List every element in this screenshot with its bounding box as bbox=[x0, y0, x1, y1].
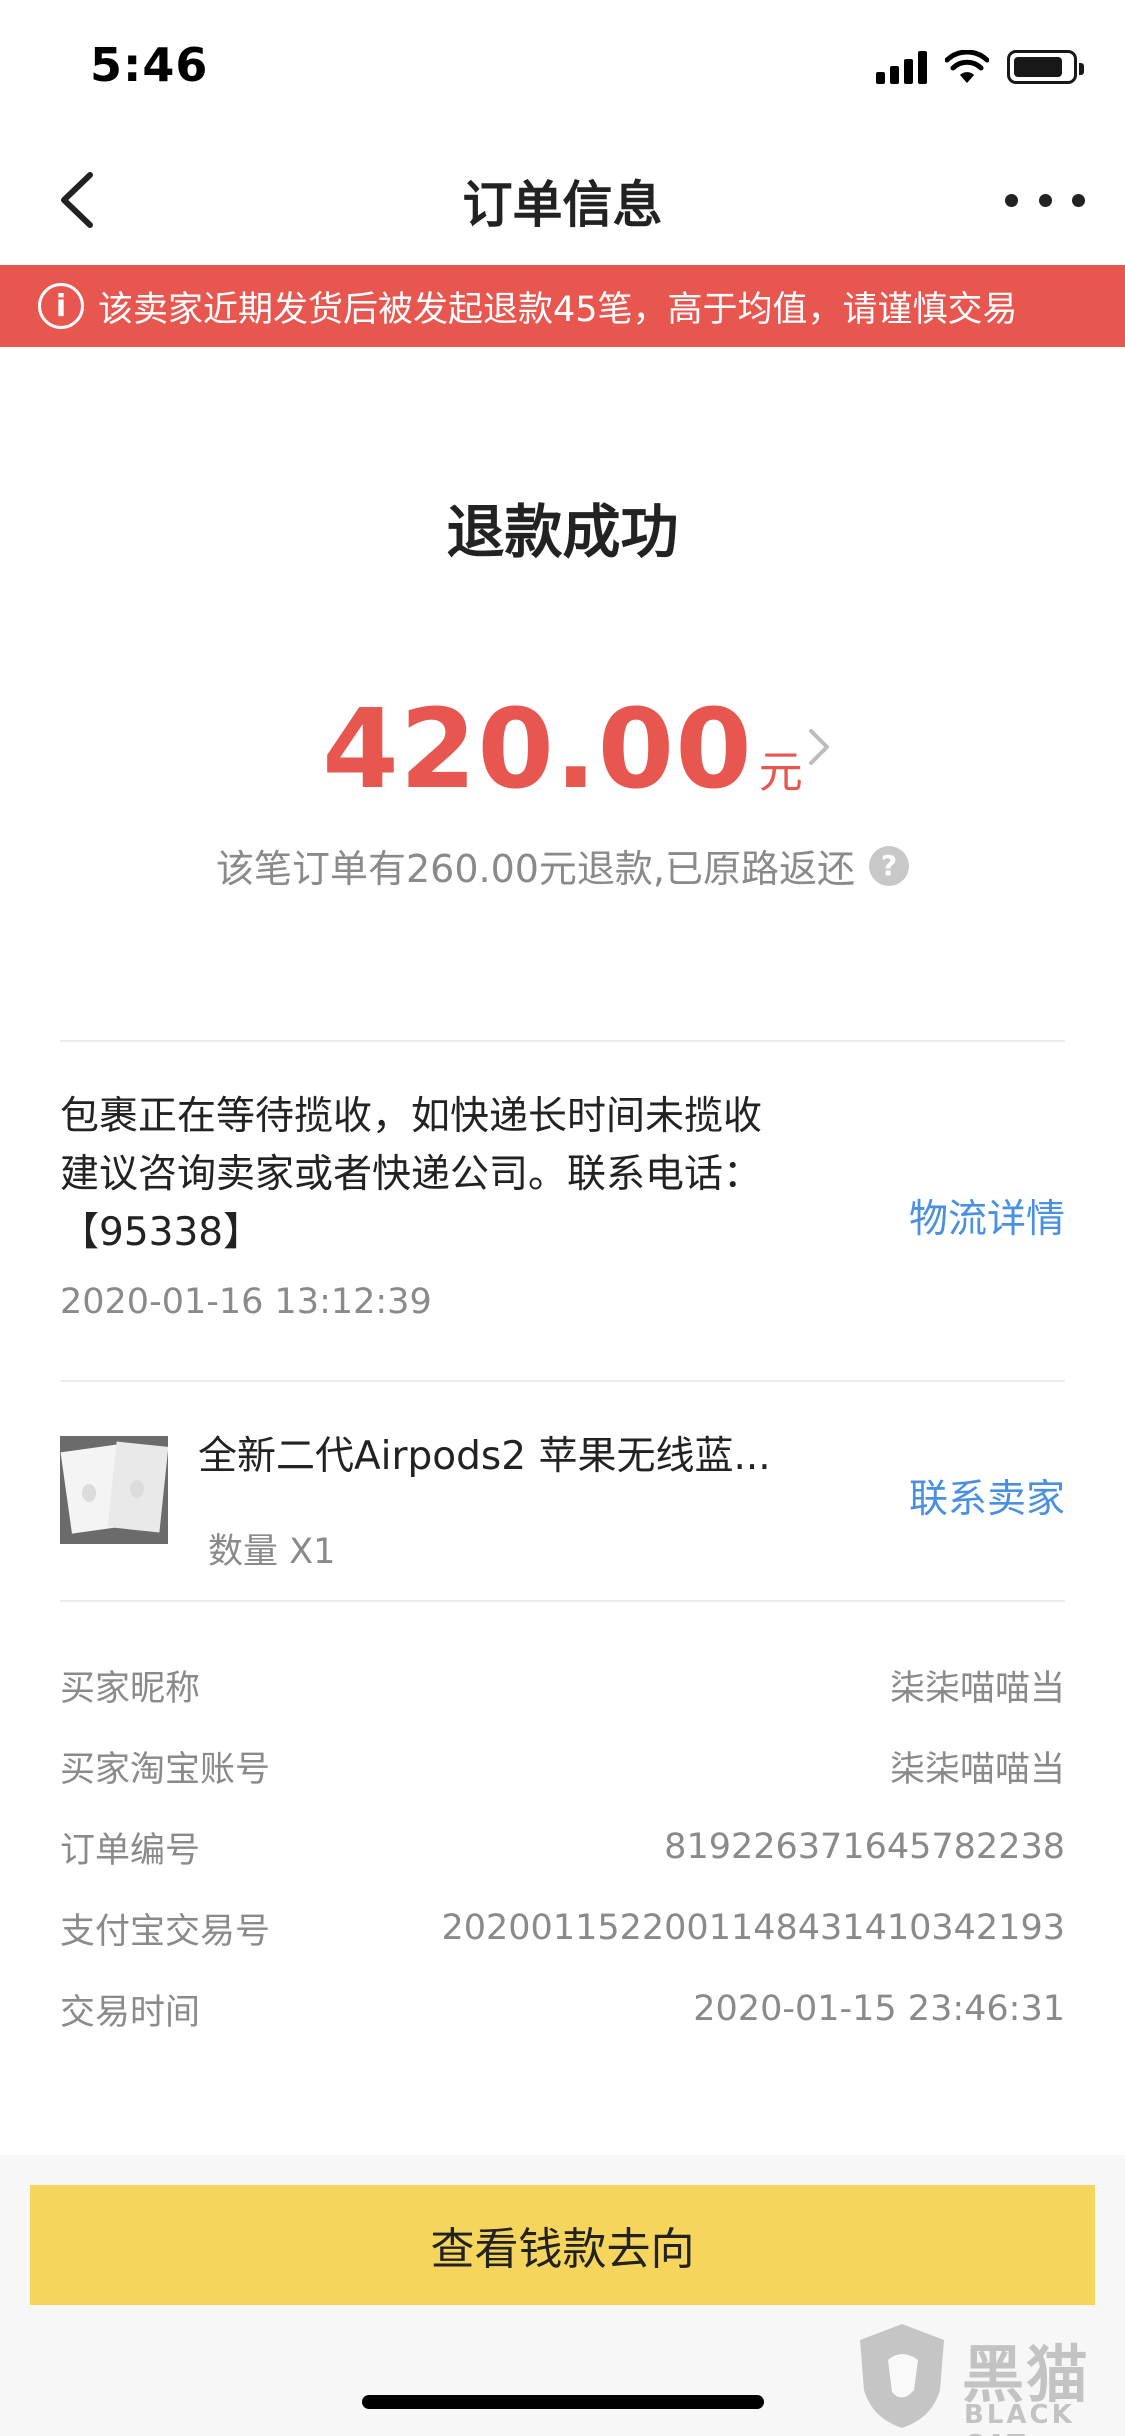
status-time: 5:46 bbox=[90, 38, 209, 92]
logistics-time: 2020-01-16 13:12:39 bbox=[60, 1282, 432, 1322]
info-label: 买家昵称 bbox=[60, 1668, 201, 1709]
cellular-signal-icon bbox=[876, 50, 927, 84]
amount-unit: 元 bbox=[758, 747, 803, 798]
info-row-buyer-account: 买家淘宝账号 柒柒喵喵当 bbox=[60, 1741, 1065, 1791]
black-cat-watermark: 黑猫 BLACK CAT bbox=[852, 2320, 1125, 2436]
divider bbox=[60, 1040, 1065, 1042]
navigation-bar: 订单信息 bbox=[0, 135, 1125, 265]
info-row-order-number: 订单编号 819226371645782238 bbox=[60, 1822, 1065, 1872]
battery-icon bbox=[1007, 50, 1084, 84]
product-thumbnail[interactable] bbox=[60, 1436, 168, 1544]
view-funds-flow-button[interactable]: 查看钱款去向 bbox=[30, 2185, 1095, 2305]
info-row-trade-time: 交易时间 2020-01-15 23:46:31 bbox=[60, 1984, 1065, 2034]
status-icons bbox=[876, 50, 1084, 84]
info-row-alipay-trade-number: 支付宝交易号 2020011522001148431410342193 bbox=[60, 1903, 1065, 1953]
info-value: 819226371645782238 bbox=[664, 1827, 1065, 1867]
wifi-icon bbox=[945, 50, 989, 83]
page-title: 订单信息 bbox=[462, 176, 663, 234]
status-bar: 5:46 bbox=[0, 0, 1125, 135]
seller-warning-banner: i 该卖家近期发货后被发起退款45笔，高于均值，请谨慎交易 bbox=[0, 265, 1125, 347]
refund-note: 该笔订单有260.00元退款,已原路返还 ? bbox=[0, 838, 1125, 893]
warning-text: 该卖家近期发货后被发起退款45笔，高于均值，请谨慎交易 bbox=[98, 289, 1018, 330]
info-value: 2020011522001148431410342193 bbox=[441, 1908, 1065, 1948]
question-circle-icon[interactable]: ? bbox=[869, 845, 910, 886]
info-label: 买家淘宝账号 bbox=[60, 1749, 271, 1790]
logistics-message: 包裹正在等待揽收，如快递长时间未揽收建议咨询卖家或者快递公司。联系电话：【953… bbox=[60, 1094, 763, 1255]
refund-amount[interactable]: 420.00 元 bbox=[0, 685, 1125, 813]
more-menu-button[interactable] bbox=[1005, 175, 1085, 225]
info-value: 柒柒喵喵当 bbox=[889, 1749, 1065, 1790]
product-quantity: 数量 X1 bbox=[208, 1532, 336, 1572]
refund-note-text: 该笔订单有260.00元退款,已原路返还 bbox=[215, 847, 856, 891]
refund-status-title: 退款成功 bbox=[446, 498, 679, 566]
cat-shield-icon bbox=[860, 2324, 944, 2428]
divider bbox=[60, 1600, 1065, 1602]
info-row-buyer-nickname: 买家昵称 柒柒喵喵当 bbox=[60, 1660, 1065, 1710]
contact-seller-link[interactable]: 联系卖家 bbox=[909, 1468, 1065, 1524]
product-title[interactable]: 全新二代Airpods2 苹果无线蓝... bbox=[198, 1425, 818, 1481]
chevron-right-icon[interactable] bbox=[803, 725, 833, 769]
order-info-screen: 5:46 订单信息 i 该卖家近期发货后被发起退款45笔，高于均值，请谨慎交易 … bbox=[0, 0, 1125, 2436]
info-circle-icon: i bbox=[38, 283, 84, 329]
info-label: 交易时间 bbox=[60, 1992, 201, 2033]
divider bbox=[60, 1380, 1065, 1382]
info-value: 柒柒喵喵当 bbox=[889, 1668, 1065, 1709]
watermark-en: BLACK CAT bbox=[964, 2400, 1075, 2436]
info-label: 订单编号 bbox=[60, 1830, 201, 1871]
logistics-detail-link[interactable]: 物流详情 bbox=[909, 1188, 1065, 1244]
info-label: 支付宝交易号 bbox=[60, 1911, 271, 1952]
home-indicator[interactable] bbox=[362, 2395, 764, 2409]
amount-value: 420.00 bbox=[322, 685, 753, 813]
info-value: 2020-01-15 23:46:31 bbox=[693, 1989, 1065, 2029]
